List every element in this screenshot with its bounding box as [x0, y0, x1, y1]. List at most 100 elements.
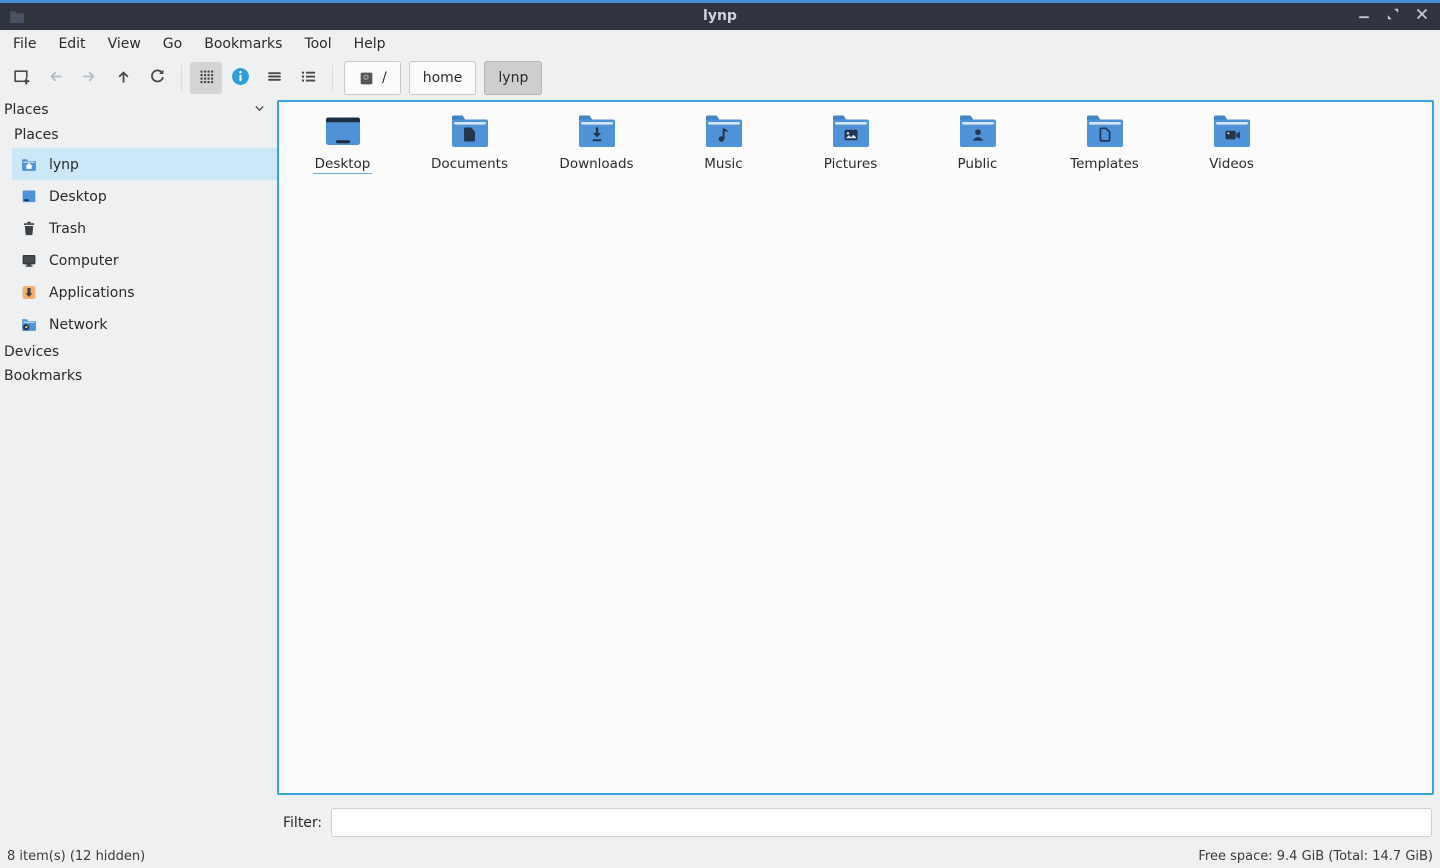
- file-item-downloads[interactable]: Downloads: [533, 112, 660, 174]
- statusbar: 8 item(s) (12 hidden) Free space: 9.4 Gi…: [0, 845, 1440, 868]
- sidebar-item-label: Computer: [49, 252, 119, 269]
- nav-button-group: [4, 62, 174, 94]
- sidebar-item-label: lynp: [49, 156, 79, 173]
- view-button-group: [189, 62, 325, 94]
- icon-view-button[interactable]: [190, 62, 222, 94]
- forward-arrow-icon: [81, 68, 98, 89]
- sidebar-item-network[interactable]: Network: [12, 308, 277, 340]
- sidebar-sections: DevicesBookmarks: [0, 340, 277, 388]
- info-icon: [231, 67, 250, 90]
- up-button[interactable]: [107, 62, 139, 94]
- menu-edit[interactable]: Edit: [47, 32, 96, 56]
- menu-view[interactable]: View: [97, 32, 152, 56]
- filter-label: Filter:: [283, 815, 322, 831]
- reload-button[interactable]: [141, 62, 173, 94]
- folder-pictures-icon: [829, 112, 873, 150]
- file-item-templates[interactable]: Templates: [1041, 112, 1168, 174]
- info-button[interactable]: [224, 62, 256, 94]
- up-arrow-icon: [115, 68, 132, 89]
- window-title: lynp: [0, 8, 1440, 24]
- menu-bookmarks[interactable]: Bookmarks: [193, 32, 293, 56]
- path-root-button[interactable]: /: [344, 61, 401, 95]
- pathbar: / home lynp: [344, 61, 542, 95]
- file-item-music[interactable]: Music: [660, 112, 787, 174]
- close-icon: [1414, 6, 1430, 26]
- file-item-desktop[interactable]: Desktop: [279, 112, 406, 174]
- back-button[interactable]: [39, 62, 71, 94]
- compact-view-button[interactable]: [258, 62, 290, 94]
- file-item-label: Desktop: [313, 156, 373, 174]
- file-item-pictures[interactable]: Pictures: [787, 112, 914, 174]
- menubar: FileEditViewGoBookmarksToolHelp: [0, 30, 1440, 58]
- sidebar: Places Places lynp Desktop Trash Computer Ap…: [0, 98, 277, 800]
- folder-videos-icon: [1210, 112, 1254, 150]
- sidebar-item-trash[interactable]: Trash: [12, 212, 277, 244]
- restore-icon: [1385, 6, 1401, 26]
- file-item-videos[interactable]: Videos: [1168, 112, 1295, 174]
- file-item-label: Public: [956, 156, 1000, 174]
- sidebar-item-label: Trash: [49, 220, 86, 237]
- sidebar-item-lynp[interactable]: lynp: [12, 148, 277, 180]
- sidebar-item-desktop[interactable]: Desktop: [12, 180, 277, 212]
- new-tab-icon: [13, 68, 30, 89]
- file-item-documents[interactable]: Documents: [406, 112, 533, 174]
- grid-view-icon: [198, 68, 215, 89]
- folder-documents-icon: [448, 112, 492, 150]
- detailed-list-button[interactable]: [292, 62, 324, 94]
- file-item-label: Music: [702, 156, 744, 174]
- menu-go[interactable]: Go: [152, 32, 193, 56]
- file-item-label: Downloads: [557, 156, 635, 174]
- menu-file[interactable]: File: [2, 32, 47, 56]
- chevron-down-icon: [252, 101, 267, 120]
- hamburger-menu-icon: [266, 68, 283, 89]
- minimize-icon: [1356, 6, 1372, 26]
- folder-music-icon: [702, 112, 746, 150]
- network-icon: [20, 316, 38, 333]
- sidebar-section-bookmarks[interactable]: Bookmarks: [0, 364, 277, 388]
- forward-button[interactable]: [73, 62, 105, 94]
- file-grid: Desktop Documents Downloads Music Pictur…: [279, 102, 1432, 174]
- sidebar-item-computer[interactable]: Computer: [12, 244, 277, 276]
- trash-icon: [20, 220, 38, 237]
- filter-input[interactable]: [331, 808, 1432, 837]
- close-button[interactable]: [1414, 8, 1430, 24]
- folder-public-icon: [956, 112, 1000, 150]
- path-lynp-button[interactable]: lynp: [484, 61, 542, 95]
- menu-tool[interactable]: Tool: [293, 32, 342, 56]
- sidebar-item-applications[interactable]: Applications: [12, 276, 277, 308]
- sidebar-root-places[interactable]: Places: [0, 122, 277, 148]
- restore-button[interactable]: [1385, 8, 1401, 24]
- window-controls: [1356, 8, 1430, 24]
- file-item-label: Videos: [1207, 156, 1256, 174]
- back-arrow-icon: [47, 68, 64, 89]
- sidebar-mode-label: Places: [4, 102, 49, 118]
- toolbar-separator: [332, 65, 333, 91]
- filterbar: Filter:: [277, 800, 1440, 845]
- path-segment-label: home: [423, 70, 463, 86]
- sidebar-item-label: Desktop: [49, 188, 107, 205]
- file-item-label: Pictures: [822, 156, 879, 174]
- titlebar: lynp: [0, 0, 1440, 30]
- minimize-button[interactable]: [1356, 8, 1372, 24]
- desktop-icon: [20, 188, 38, 205]
- desktop-big-icon: [321, 112, 365, 150]
- folder-downloads-icon: [575, 112, 619, 150]
- sidebar-section-devices[interactable]: Devices: [0, 340, 277, 364]
- sidebar-mode-selector[interactable]: Places: [0, 98, 277, 122]
- path-segment-label: /: [382, 70, 387, 86]
- path-segment-label: lynp: [498, 70, 528, 86]
- computer-icon: [20, 252, 38, 269]
- sidebar-item-label: Network: [49, 316, 107, 333]
- item-count-text: 8 item(s) (12 hidden): [7, 849, 145, 864]
- sidebar-items: lynp Desktop Trash Computer Applications Netw…: [0, 148, 277, 340]
- new-tab-button[interactable]: [5, 62, 37, 94]
- file-item-label: Documents: [429, 156, 510, 174]
- file-item-public[interactable]: Public: [914, 112, 1041, 174]
- path-home-button[interactable]: home: [409, 61, 477, 95]
- sidebar-item-label: Applications: [49, 284, 135, 301]
- applications-icon: [20, 284, 38, 301]
- home-folder-icon: [20, 156, 38, 173]
- menu-help[interactable]: Help: [343, 32, 397, 56]
- toolbar: / home lynp: [0, 58, 1440, 98]
- file-view[interactable]: Desktop Documents Downloads Music Pictur…: [277, 100, 1434, 795]
